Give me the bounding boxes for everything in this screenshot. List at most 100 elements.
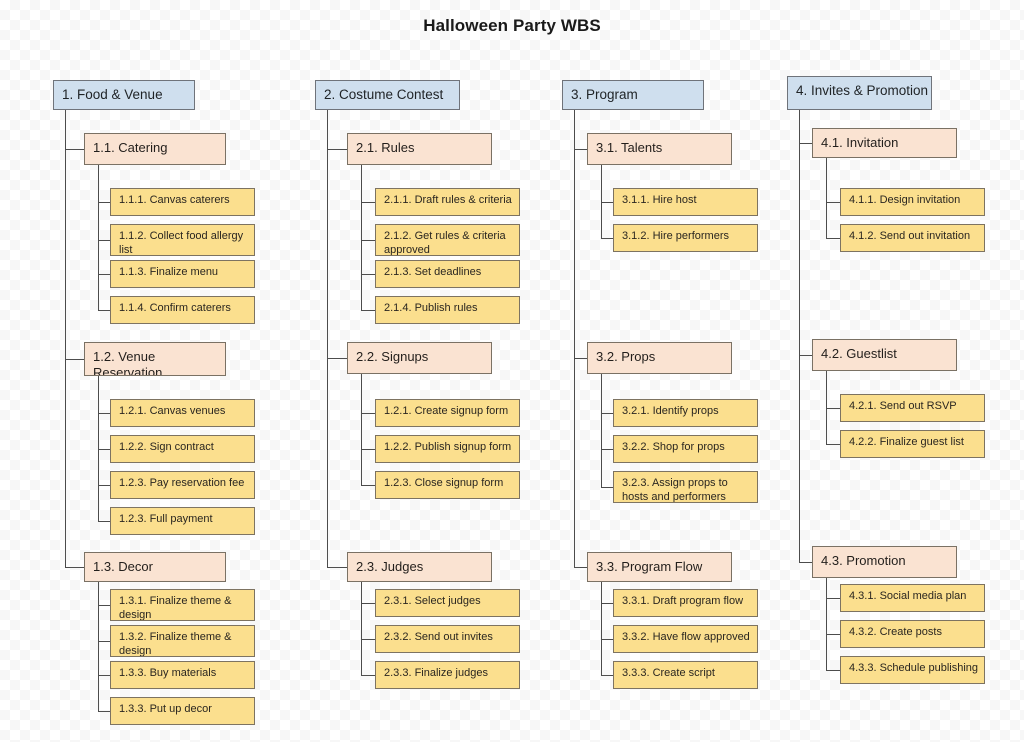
wbs-task-node-2-2-2[interactable]: 1.2.2. Publish signup form bbox=[375, 435, 520, 463]
connector-line-horizontal bbox=[601, 202, 613, 203]
connector-line-horizontal bbox=[361, 485, 375, 486]
connector-line-horizontal bbox=[601, 675, 613, 676]
connector-line-horizontal bbox=[361, 603, 375, 604]
wbs-task-node-4-1-1[interactable]: 4.1.1. Design invitation bbox=[840, 188, 985, 216]
connector-line-horizontal bbox=[799, 143, 812, 144]
wbs-task-node-4-2-1[interactable]: 4.2.1. Send out RSVP bbox=[840, 394, 985, 422]
connector-line-horizontal bbox=[98, 274, 110, 275]
wbs-branch-node-4-3[interactable]: 4.3. Promotion bbox=[812, 546, 957, 578]
wbs-task-node-3-2-3[interactable]: 3.2.3. Assign props to hosts and perform… bbox=[613, 471, 758, 503]
wbs-branch-node-1-2[interactable]: 1.2. Venue Reservation bbox=[84, 342, 226, 376]
wbs-task-node-4-3-3[interactable]: 4.3.3. Schedule publishing bbox=[840, 656, 985, 684]
wbs-task-node-3-3-2[interactable]: 3.3.2. Have flow approved bbox=[613, 625, 758, 653]
page-title: Halloween Party WBS bbox=[423, 16, 601, 35]
wbs-branch-node-2-1[interactable]: 2.1. Rules bbox=[347, 133, 492, 165]
wbs-task-node-3-2-1[interactable]: 3.2.1. Identify props bbox=[613, 399, 758, 427]
wbs-task-node-2-1-3[interactable]: 2.1.3. Set deadlines bbox=[375, 260, 520, 288]
connector-line-horizontal bbox=[98, 521, 110, 522]
wbs-task-node-2-3-1[interactable]: 2.3.1. Select judges bbox=[375, 589, 520, 617]
connector-line-horizontal bbox=[98, 675, 110, 676]
connector-line-vertical bbox=[327, 110, 328, 567]
connector-line-vertical bbox=[799, 110, 800, 562]
wbs-root-node-3[interactable]: 3. Program bbox=[562, 80, 704, 110]
wbs-task-node-1-3-3[interactable]: 1.3.3. Buy materials bbox=[110, 661, 255, 689]
connector-line-horizontal bbox=[601, 238, 613, 239]
connector-line-horizontal bbox=[361, 274, 375, 275]
wbs-branch-node-3-2[interactable]: 3.2. Props bbox=[587, 342, 732, 374]
wbs-branch-node-2-3[interactable]: 2.3. Judges bbox=[347, 552, 492, 582]
connector-line-horizontal bbox=[98, 605, 110, 606]
wbs-branch-node-4-2[interactable]: 4.2. Guestlist bbox=[812, 339, 957, 371]
connector-line-horizontal bbox=[826, 598, 840, 599]
connector-line-horizontal bbox=[826, 238, 840, 239]
connector-line-horizontal bbox=[361, 449, 375, 450]
wbs-task-node-2-1-1[interactable]: 2.1.1. Draft rules & criteria bbox=[375, 188, 520, 216]
connector-line-horizontal bbox=[98, 240, 110, 241]
connector-line-horizontal bbox=[327, 149, 347, 150]
wbs-task-node-1-2-2[interactable]: 1.2.2. Sign contract bbox=[110, 435, 255, 463]
wbs-task-node-1-1-4[interactable]: 1.1.4. Confirm caterers bbox=[110, 296, 255, 324]
connector-line-horizontal bbox=[601, 487, 613, 488]
wbs-task-node-4-3-1[interactable]: 4.3.1. Social media plan bbox=[840, 584, 985, 612]
wbs-task-node-1-3-2[interactable]: 1.3.2. Finalize theme & design bbox=[110, 625, 255, 657]
wbs-task-node-4-1-2[interactable]: 4.1.2. Send out invitation bbox=[840, 224, 985, 252]
connector-line-horizontal bbox=[98, 449, 110, 450]
wbs-task-node-3-3-3[interactable]: 3.3.3. Create script bbox=[613, 661, 758, 689]
wbs-task-node-4-2-2[interactable]: 4.2.2. Finalize guest list bbox=[840, 430, 985, 458]
wbs-branch-node-1-3[interactable]: 1.3. Decor bbox=[84, 552, 226, 582]
wbs-task-node-3-3-1[interactable]: 3.3.1. Draft program flow bbox=[613, 589, 758, 617]
wbs-branch-node-3-3[interactable]: 3.3. Program Flow bbox=[587, 552, 732, 582]
connector-line-vertical bbox=[601, 374, 602, 487]
connector-line-horizontal bbox=[98, 641, 110, 642]
connector-line-horizontal bbox=[826, 408, 840, 409]
connector-line-horizontal bbox=[65, 567, 84, 568]
wbs-task-node-4-3-2[interactable]: 4.3.2. Create posts bbox=[840, 620, 985, 648]
connector-line-horizontal bbox=[826, 444, 840, 445]
wbs-task-node-2-3-2[interactable]: 2.3.2. Send out invites bbox=[375, 625, 520, 653]
wbs-task-node-1-1-2[interactable]: 1.1.2. Collect food allergy list bbox=[110, 224, 255, 256]
wbs-task-node-2-3-3[interactable]: 2.3.3. Finalize judges bbox=[375, 661, 520, 689]
wbs-task-node-1-3-4[interactable]: 1.3.3. Put up decor bbox=[110, 697, 255, 725]
wbs-task-node-1-2-3[interactable]: 1.2.3. Pay reservation fee bbox=[110, 471, 255, 499]
connector-line-vertical bbox=[361, 165, 362, 310]
connector-line-horizontal bbox=[826, 634, 840, 635]
wbs-branch-node-4-1[interactable]: 4.1. Invitation bbox=[812, 128, 957, 158]
wbs-root-node-2[interactable]: 2. Costume Contest bbox=[315, 80, 460, 110]
wbs-task-node-2-1-2[interactable]: 2.1.2. Get rules & criteria approved bbox=[375, 224, 520, 256]
wbs-task-node-2-1-4[interactable]: 2.1.4. Publish rules bbox=[375, 296, 520, 324]
connector-line-horizontal bbox=[601, 603, 613, 604]
wbs-branch-node-1-1[interactable]: 1.1. Catering bbox=[84, 133, 226, 165]
connector-line-vertical bbox=[826, 578, 827, 670]
wbs-task-node-2-2-1[interactable]: 1.2.1. Create signup form bbox=[375, 399, 520, 427]
wbs-task-node-3-1-1[interactable]: 3.1.1. Hire host bbox=[613, 188, 758, 216]
wbs-task-node-1-2-4[interactable]: 1.2.3. Full payment bbox=[110, 507, 255, 535]
connector-line-horizontal bbox=[361, 310, 375, 311]
wbs-task-node-2-2-3[interactable]: 1.2.3. Close signup form bbox=[375, 471, 520, 499]
connector-line-horizontal bbox=[601, 413, 613, 414]
connector-line-horizontal bbox=[574, 567, 587, 568]
wbs-branch-node-3-1[interactable]: 3.1. Talents bbox=[587, 133, 732, 165]
connector-line-horizontal bbox=[98, 413, 110, 414]
wbs-task-node-1-2-1[interactable]: 1.2.1. Canvas venues bbox=[110, 399, 255, 427]
connector-line-horizontal bbox=[98, 711, 110, 712]
connector-line-horizontal bbox=[327, 567, 347, 568]
wbs-root-node-4[interactable]: 4. Invites & Promotion bbox=[787, 76, 932, 110]
connector-line-horizontal bbox=[361, 202, 375, 203]
connector-line-horizontal bbox=[826, 202, 840, 203]
wbs-root-node-1[interactable]: 1. Food & Venue bbox=[53, 80, 195, 110]
connector-line-vertical bbox=[98, 582, 99, 711]
connector-line-horizontal bbox=[327, 358, 347, 359]
connector-line-vertical bbox=[65, 110, 66, 567]
connector-line-horizontal bbox=[98, 310, 110, 311]
connector-line-horizontal bbox=[65, 149, 84, 150]
wbs-task-node-1-1-3[interactable]: 1.1.3. Finalize menu bbox=[110, 260, 255, 288]
connector-line-horizontal bbox=[65, 359, 84, 360]
connector-line-horizontal bbox=[799, 355, 812, 356]
wbs-branch-node-2-2[interactable]: 2.2. Signups bbox=[347, 342, 492, 374]
wbs-task-node-1-1-1[interactable]: 1.1.1. Canvas caterers bbox=[110, 188, 255, 216]
wbs-task-node-1-3-1[interactable]: 1.3.1. Finalize theme & design bbox=[110, 589, 255, 621]
wbs-task-node-3-1-2[interactable]: 3.1.2. Hire performers bbox=[613, 224, 758, 252]
connector-line-horizontal bbox=[98, 202, 110, 203]
connector-line-horizontal bbox=[799, 562, 812, 563]
wbs-task-node-3-2-2[interactable]: 3.2.2. Shop for props bbox=[613, 435, 758, 463]
